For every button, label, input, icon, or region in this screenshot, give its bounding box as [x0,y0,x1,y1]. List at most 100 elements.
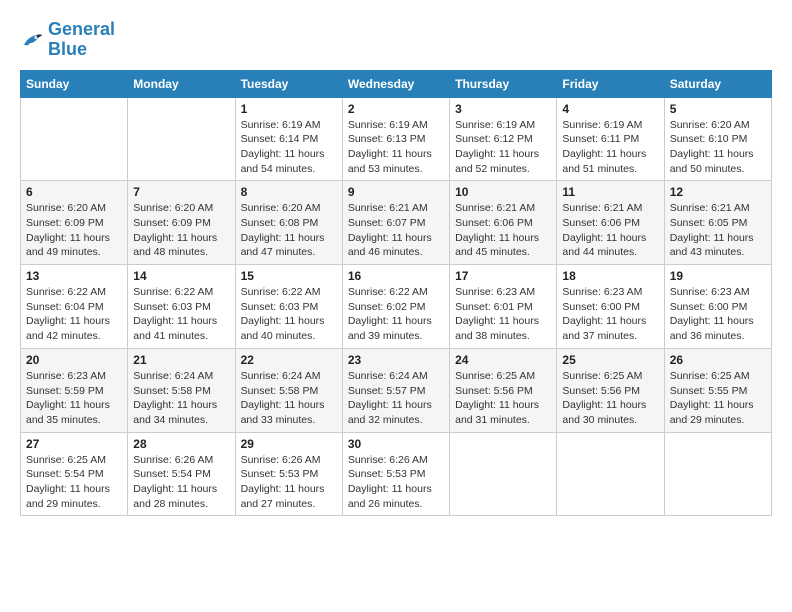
calendar-cell: 13 Sunrise: 6:22 AM Sunset: 6:04 PM Dayli… [21,265,128,349]
calendar-cell: 19 Sunrise: 6:23 AM Sunset: 6:00 PM Dayli… [664,265,771,349]
day-info: Sunrise: 6:22 AM Sunset: 6:02 PM Dayligh… [348,285,444,344]
day-info: Sunrise: 6:19 AM Sunset: 6:12 PM Dayligh… [455,118,551,177]
day-number: 20 [26,353,122,367]
calendar-cell: 5 Sunrise: 6:20 AM Sunset: 6:10 PM Daylig… [664,97,771,181]
day-info: Sunrise: 6:19 AM Sunset: 6:14 PM Dayligh… [241,118,337,177]
calendar-cell: 3 Sunrise: 6:19 AM Sunset: 6:12 PM Daylig… [450,97,557,181]
calendar-cell [21,97,128,181]
calendar-cell: 26Sunrise: 6:25 AM Sunset: 5:55 PM Dayli… [664,348,771,432]
calendar-cell: 30Sunrise: 6:26 AM Sunset: 5:53 PM Dayli… [342,432,449,516]
day-info: Sunrise: 6:20 AM Sunset: 6:10 PM Dayligh… [670,118,766,177]
calendar-cell: 10 Sunrise: 6:21 AM Sunset: 6:06 PM Dayli… [450,181,557,265]
day-info: Sunrise: 6:26 AM Sunset: 5:54 PM Dayligh… [133,453,229,512]
calendar-cell: 17 Sunrise: 6:23 AM Sunset: 6:01 PM Dayli… [450,265,557,349]
day-info: Sunrise: 6:21 AM Sunset: 6:07 PM Dayligh… [348,201,444,260]
day-number: 1 [241,102,337,116]
header-monday: Monday [128,70,235,97]
day-number: 13 [26,269,122,283]
day-number: 24 [455,353,551,367]
calendar-cell: 8 Sunrise: 6:20 AM Sunset: 6:08 PM Daylig… [235,181,342,265]
day-number: 29 [241,437,337,451]
day-number: 28 [133,437,229,451]
header-tuesday: Tuesday [235,70,342,97]
day-number: 9 [348,185,444,199]
day-number: 19 [670,269,766,283]
day-info: Sunrise: 6:20 AM Sunset: 6:08 PM Dayligh… [241,201,337,260]
day-info: Sunrise: 6:21 AM Sunset: 6:06 PM Dayligh… [562,201,658,260]
day-info: Sunrise: 6:23 AM Sunset: 6:00 PM Dayligh… [562,285,658,344]
day-number: 22 [241,353,337,367]
calendar-cell: 16 Sunrise: 6:22 AM Sunset: 6:02 PM Dayli… [342,265,449,349]
page-header: General Blue [20,20,772,60]
header-thursday: Thursday [450,70,557,97]
day-info: Sunrise: 6:23 AM Sunset: 6:00 PM Dayligh… [670,285,766,344]
day-number: 26 [670,353,766,367]
header-wednesday: Wednesday [342,70,449,97]
day-number: 15 [241,269,337,283]
calendar-cell: 4 Sunrise: 6:19 AM Sunset: 6:11 PM Daylig… [557,97,664,181]
header-sunday: Sunday [21,70,128,97]
day-number: 8 [241,185,337,199]
calendar-cell: 28 Sunrise: 6:26 AM Sunset: 5:54 PM Dayli… [128,432,235,516]
calendar-cell: 24 Sunrise: 6:25 AM Sunset: 5:56 PM Dayli… [450,348,557,432]
day-info: Sunrise: 6:25 AM Sunset: 5:56 PM Dayligh… [562,369,658,428]
calendar-cell [450,432,557,516]
day-number: 27 [26,437,122,451]
day-info: Sunrise: 6:24 AM Sunset: 5:58 PM Dayligh… [241,369,337,428]
day-info: Sunrise: 6:22 AM Sunset: 6:04 PM Dayligh… [26,285,122,344]
day-number: 10 [455,185,551,199]
day-info: Sunrise: 6:25 AM Sunset: 5:54 PM Dayligh… [26,453,122,512]
week-row-5: 27 Sunrise: 6:25 AM Sunset: 5:54 PM Dayli… [21,432,772,516]
day-number: 11 [562,185,658,199]
calendar-cell: 21 Sunrise: 6:24 AM Sunset: 5:58 PM Dayli… [128,348,235,432]
calendar-cell: 22 Sunrise: 6:24 AM Sunset: 5:58 PM Dayli… [235,348,342,432]
calendar-cell: 23 Sunrise: 6:24 AM Sunset: 5:57 PM Dayli… [342,348,449,432]
calendar-cell: 2Sunrise: 6:19 AM Sunset: 6:13 PM Daylig… [342,97,449,181]
calendar-cell: 14 Sunrise: 6:22 AM Sunset: 6:03 PM Dayli… [128,265,235,349]
calendar-cell: 6 Sunrise: 6:20 AM Sunset: 6:09 PM Daylig… [21,181,128,265]
week-row-3: 13 Sunrise: 6:22 AM Sunset: 6:04 PM Dayli… [21,265,772,349]
day-number: 3 [455,102,551,116]
day-number: 18 [562,269,658,283]
day-number: 21 [133,353,229,367]
header-saturday: Saturday [664,70,771,97]
day-info: Sunrise: 6:21 AM Sunset: 6:05 PM Dayligh… [670,201,766,260]
day-number: 4 [562,102,658,116]
calendar-cell: 12Sunrise: 6:21 AM Sunset: 6:05 PM Dayli… [664,181,771,265]
calendar-cell: 7Sunrise: 6:20 AM Sunset: 6:09 PM Daylig… [128,181,235,265]
day-number: 16 [348,269,444,283]
day-info: Sunrise: 6:23 AM Sunset: 6:01 PM Dayligh… [455,285,551,344]
day-number: 17 [455,269,551,283]
day-number: 2 [348,102,444,116]
week-row-2: 6 Sunrise: 6:20 AM Sunset: 6:09 PM Daylig… [21,181,772,265]
calendar-cell: 1 Sunrise: 6:19 AM Sunset: 6:14 PM Daylig… [235,97,342,181]
logo-text: General Blue [48,20,115,60]
calendar-cell: 11 Sunrise: 6:21 AM Sunset: 6:06 PM Dayli… [557,181,664,265]
day-number: 23 [348,353,444,367]
calendar-cell: 15 Sunrise: 6:22 AM Sunset: 6:03 PM Dayli… [235,265,342,349]
day-info: Sunrise: 6:22 AM Sunset: 6:03 PM Dayligh… [241,285,337,344]
calendar-cell: 18 Sunrise: 6:23 AM Sunset: 6:00 PM Dayli… [557,265,664,349]
day-number: 5 [670,102,766,116]
calendar-cell: 20 Sunrise: 6:23 AM Sunset: 5:59 PM Dayli… [21,348,128,432]
day-info: Sunrise: 6:19 AM Sunset: 6:11 PM Dayligh… [562,118,658,177]
day-info: Sunrise: 6:24 AM Sunset: 5:57 PM Dayligh… [348,369,444,428]
day-info: Sunrise: 6:24 AM Sunset: 5:58 PM Dayligh… [133,369,229,428]
day-info: Sunrise: 6:20 AM Sunset: 6:09 PM Dayligh… [26,201,122,260]
day-info: Sunrise: 6:21 AM Sunset: 6:06 PM Dayligh… [455,201,551,260]
calendar-cell [128,97,235,181]
calendar-table: SundayMondayTuesdayWednesdayThursdayFrid… [20,70,772,517]
day-info: Sunrise: 6:22 AM Sunset: 6:03 PM Dayligh… [133,285,229,344]
calendar-header-row: SundayMondayTuesdayWednesdayThursdayFrid… [21,70,772,97]
logo: General Blue [20,20,115,60]
calendar-cell: 29 Sunrise: 6:26 AM Sunset: 5:53 PM Dayli… [235,432,342,516]
day-number: 30 [348,437,444,451]
day-info: Sunrise: 6:26 AM Sunset: 5:53 PM Dayligh… [241,453,337,512]
calendar-cell [557,432,664,516]
calendar-cell [664,432,771,516]
day-number: 14 [133,269,229,283]
day-number: 6 [26,185,122,199]
day-info: Sunrise: 6:23 AM Sunset: 5:59 PM Dayligh… [26,369,122,428]
day-number: 7 [133,185,229,199]
day-info: Sunrise: 6:25 AM Sunset: 5:56 PM Dayligh… [455,369,551,428]
